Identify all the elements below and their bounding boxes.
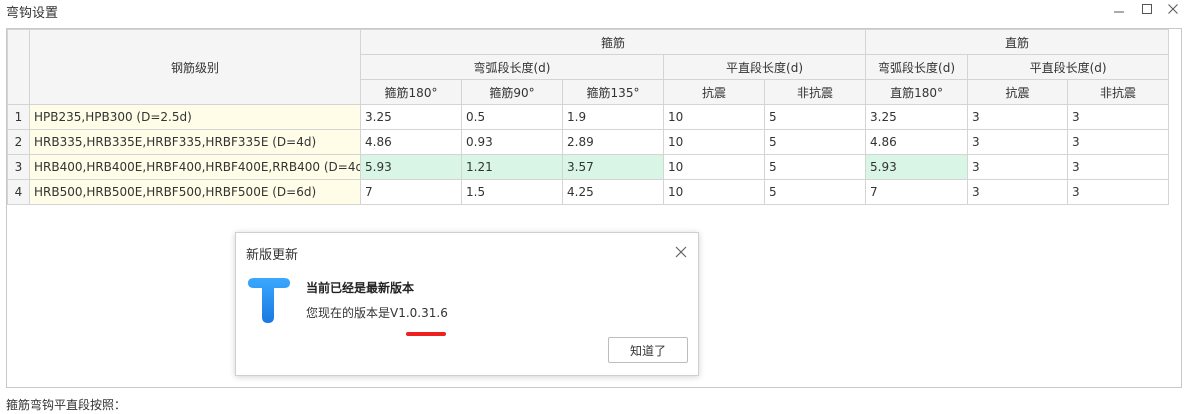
- corner-header: [7, 29, 30, 105]
- table-row[interactable]: 4 HRB500,HRB500E,HRBF500,HRBF500E (D=6d)…: [7, 179, 1170, 205]
- value-cell[interactable]: 3.57: [562, 154, 664, 180]
- header-col-stirrup-135: 箍筋135°: [562, 79, 664, 105]
- minimize-button[interactable]: [1106, 0, 1132, 18]
- close-icon: [1168, 4, 1178, 14]
- maximize-icon: [1142, 4, 1152, 14]
- ok-button[interactable]: 知道了: [608, 337, 688, 363]
- window-title: 弯钩设置: [6, 6, 59, 21]
- table-row-selected[interactable]: 3 HRB400,HRB400E,HRBF400,HRBF400E,RRB400…: [7, 154, 1170, 180]
- dialog-heading: 当前已经是最新版本: [306, 281, 415, 295]
- value-cell[interactable]: 0.93: [461, 129, 563, 155]
- header-col-stirrup-nonseismic: 非抗震: [763, 79, 867, 105]
- grade-cell: HRB400,HRB400E,HRBF400,HRBF400E,RRB400 (…: [29, 154, 361, 180]
- value-cell[interactable]: 3.25: [865, 104, 969, 130]
- flat-segment-label: 箍筋弯钩平直段按照：: [6, 398, 127, 412]
- dialog-title: 新版更新: [246, 248, 299, 263]
- header-straight-arc: 弯弧段长度(d): [865, 54, 969, 80]
- table-row[interactable]: 2 HRB335,HRB335E,HRBF335,HRBF335E (D=4d)…: [7, 129, 1170, 155]
- value-cell[interactable]: 5: [763, 129, 867, 155]
- row-number: 2: [7, 129, 30, 155]
- value-cell[interactable]: 3: [967, 104, 1069, 130]
- version-text: 您现在的版本是V1.0.31.6: [306, 306, 448, 320]
- value-cell[interactable]: 1.9: [562, 104, 664, 130]
- grade-cell: HRB500,HRB500E,HRBF500,HRBF500E (D=6d): [29, 179, 361, 205]
- value-cell[interactable]: 10: [663, 179, 765, 205]
- update-dialog: 新版更新 当前已经是最新版本 您现在的版本是V1.0.31.6 知道了: [235, 232, 699, 376]
- header-stirrup-flat: 平直段长度(d): [662, 54, 867, 80]
- header-col-straight-nonseismic: 非抗震: [1067, 79, 1170, 105]
- value-cell[interactable]: 3: [1067, 104, 1170, 130]
- value-cell[interactable]: 3: [967, 129, 1069, 155]
- value-cell[interactable]: 1.21: [461, 154, 563, 180]
- close-icon: [675, 246, 687, 258]
- value-cell[interactable]: 5.93: [360, 154, 462, 180]
- value-cell[interactable]: 3.25: [360, 104, 462, 130]
- value-cell[interactable]: 7: [360, 179, 462, 205]
- header-straight-flat: 平直段长度(d): [967, 54, 1170, 80]
- close-button[interactable]: [1160, 0, 1186, 18]
- app-logo-icon: [248, 278, 290, 323]
- value-cell[interactable]: 1.5: [461, 179, 563, 205]
- header-col-stirrup-seismic: 抗震: [663, 79, 765, 105]
- dialog-close-button[interactable]: [672, 243, 690, 261]
- value-cell[interactable]: 5: [763, 154, 867, 180]
- row-number: 3: [7, 154, 30, 180]
- header-col-straight-180: 直筋180°: [865, 79, 969, 105]
- value-cell[interactable]: 3: [1067, 154, 1170, 180]
- value-cell[interactable]: 10: [663, 104, 765, 130]
- value-cell[interactable]: 3: [1067, 129, 1170, 155]
- value-cell[interactable]: 5: [763, 179, 867, 205]
- value-cell[interactable]: 10: [663, 154, 765, 180]
- version-underline-mark: [406, 332, 446, 336]
- value-cell[interactable]: 5: [763, 104, 867, 130]
- hook-settings-table: 钢筋级别 箍筋 直筋 弯弧段长度(d) 平直段长度(d) 弯弧段长度(d) 平直…: [7, 29, 1170, 205]
- value-cell[interactable]: 3: [967, 154, 1069, 180]
- title-bar: 弯钩设置: [0, 0, 1191, 22]
- row-number: 4: [7, 179, 30, 205]
- header-stirrup-arc: 弯弧段长度(d): [360, 54, 664, 80]
- minimize-icon: [1114, 11, 1124, 13]
- value-cell[interactable]: 7: [865, 179, 969, 205]
- header-col-straight-seismic: 抗震: [967, 79, 1069, 105]
- header-grade: 钢筋级别: [29, 29, 361, 105]
- value-cell[interactable]: 10: [663, 129, 765, 155]
- grade-cell: HPB235,HPB300 (D=2.5d): [29, 104, 361, 130]
- value-cell[interactable]: 4.86: [360, 129, 462, 155]
- grade-cell: HRB335,HRB335E,HRBF335,HRBF335E (D=4d): [29, 129, 361, 155]
- value-cell[interactable]: 5.93: [865, 154, 969, 180]
- value-cell[interactable]: 2.89: [562, 129, 664, 155]
- table-row[interactable]: 1 HPB235,HPB300 (D=2.5d) 3.25 0.5 1.9 10…: [7, 104, 1170, 130]
- header-stirrup: 箍筋: [359, 29, 867, 55]
- value-cell[interactable]: 4.86: [865, 129, 969, 155]
- header-straight: 直筋: [865, 29, 1170, 55]
- value-cell[interactable]: 4.25: [562, 179, 664, 205]
- header-col-stirrup-90: 箍筋90°: [461, 79, 563, 105]
- value-cell[interactable]: 3: [967, 179, 1069, 205]
- header-col-stirrup-180: 箍筋180°: [360, 79, 462, 105]
- value-cell[interactable]: 0.5: [461, 104, 563, 130]
- row-number: 1: [7, 104, 30, 130]
- maximize-button[interactable]: [1134, 0, 1160, 18]
- value-cell[interactable]: 3: [1067, 179, 1170, 205]
